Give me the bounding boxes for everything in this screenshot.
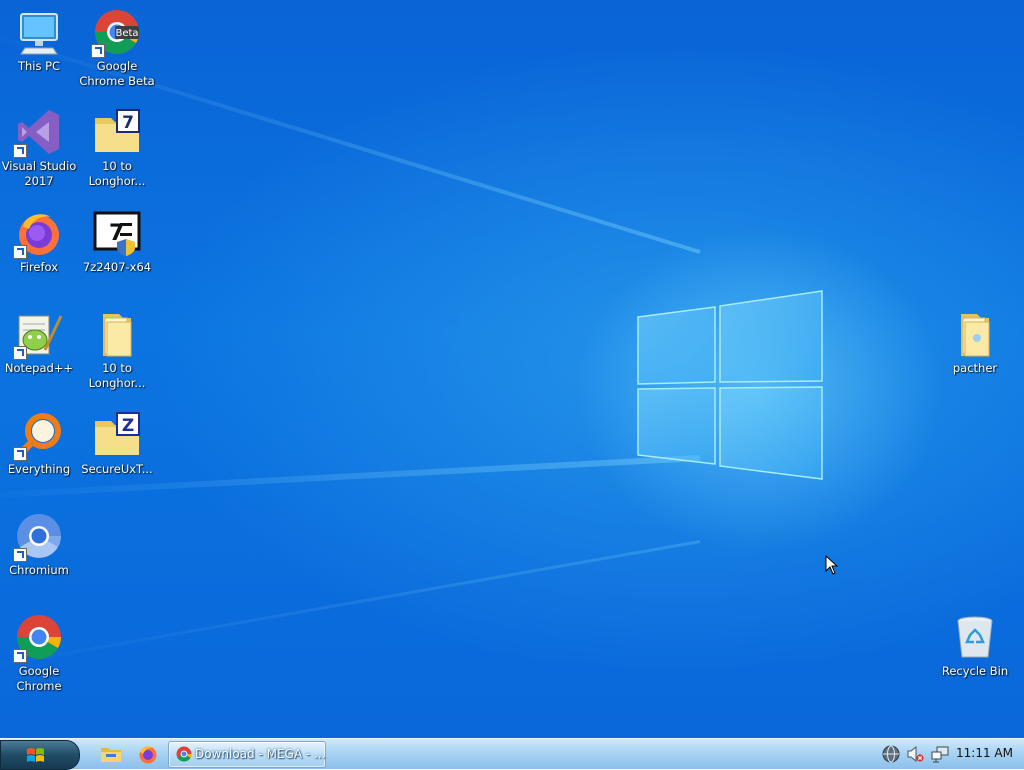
shortcut-arrow-icon xyxy=(91,44,105,58)
taskbar: Download - MEGA - ... 11:11 AM xyxy=(0,738,1024,770)
computer-icon xyxy=(20,13,58,55)
svg-text:Beta: Beta xyxy=(115,28,138,39)
shortcut-arrow-icon xyxy=(13,346,27,360)
desktop-icon-visual-studio[interactable]: Visual Studio 2017 xyxy=(0,108,78,189)
desktop-icon-label: 10 to Longhor... xyxy=(88,159,146,188)
chrome-icon xyxy=(176,746,192,762)
desktop-icon-label: Everything xyxy=(7,462,71,476)
shortcut-arrow-icon xyxy=(13,548,27,562)
desktop-icon-label: Notepad++ xyxy=(4,361,74,375)
desktop-icon-7z-installer[interactable]: 7 7z2407-x64 xyxy=(78,209,156,275)
desktop-icon-pacther[interactable]: pacther xyxy=(936,310,1014,376)
taskbar-button-label: Download - MEGA - ... xyxy=(195,747,326,761)
desktop-icon-10-to-longhorn-archive[interactable]: 7 10 to Longhor... xyxy=(78,108,156,189)
desktop-icon-label: 7z2407-x64 xyxy=(82,260,152,274)
desktop-icon-label: SecureUxT... xyxy=(81,462,153,476)
desktop-icon-notepad-plus[interactable]: Notepad++ xyxy=(0,310,78,376)
7zip-installer-icon: 7 xyxy=(93,211,141,256)
desktop-icon-recycle-bin[interactable]: Recycle Bin xyxy=(936,613,1014,679)
desktop-icon-chromium[interactable]: Chromium xyxy=(0,512,78,578)
zip-folder-icon: Z xyxy=(95,412,140,455)
clock[interactable]: 11:11 AM xyxy=(956,746,1013,760)
desktop-icon-label: Visual Studio 2017 xyxy=(1,159,77,188)
desktop-icon-label: 10 to Longhor... xyxy=(88,361,146,390)
desktop-icon-10-to-longhorn-folder[interactable]: 10 to Longhor... xyxy=(78,310,156,391)
desktop-icon-everything[interactable]: Everything xyxy=(0,411,78,477)
desktop-icon-label: pacther xyxy=(952,361,998,375)
svg-text:Z: Z xyxy=(122,416,134,436)
desktop-icon-label: Google Chrome Beta xyxy=(79,59,155,88)
desktop-icon-label: Firefox xyxy=(19,260,59,274)
desktop-icon-label: This PC xyxy=(17,59,61,73)
desktop-icon-label: Chromium xyxy=(9,563,69,577)
start-button[interactable] xyxy=(0,740,80,770)
quicklaunch-file-explorer-icon[interactable] xyxy=(100,744,122,764)
recycle-bin-icon xyxy=(957,616,993,658)
archive-folder-icon: 7 xyxy=(95,109,140,152)
desktop-icon-secureuxt[interactable]: Z SecureUxT... xyxy=(78,411,156,477)
mouse-cursor-icon xyxy=(825,555,839,575)
folder-icon xyxy=(961,314,990,357)
desktop-icon-label: Recycle Bin xyxy=(941,664,1009,678)
desktop-icon-this-pc[interactable]: This PC xyxy=(0,8,78,74)
desktop-icon-chrome-beta[interactable]: Beta Google Chrome Beta xyxy=(78,8,156,89)
desktop-icon-firefox[interactable]: Firefox xyxy=(0,209,78,275)
shortcut-arrow-icon xyxy=(13,144,27,158)
windows-orb-icon xyxy=(27,748,44,762)
shortcut-arrow-icon xyxy=(13,447,27,461)
shortcut-arrow-icon xyxy=(13,649,27,663)
speaker-muted-icon[interactable] xyxy=(906,745,924,763)
shortcut-arrow-icon xyxy=(13,245,27,259)
globe-icon[interactable] xyxy=(882,745,900,763)
windows-logo-wallpaper xyxy=(637,290,823,480)
network-icon[interactable] xyxy=(931,745,949,763)
desktop-icon-label: Google Chrome xyxy=(16,664,62,693)
light-beam xyxy=(0,540,701,675)
svg-text:7: 7 xyxy=(122,113,134,133)
taskbar-button-mega-download[interactable]: Download - MEGA - ... xyxy=(168,741,326,768)
desktop-icon-google-chrome[interactable]: Google Chrome xyxy=(0,613,78,694)
desktop[interactable]: This PC Beta Google Chrome Beta Visual S… xyxy=(0,0,1024,738)
folder-icon xyxy=(103,314,132,357)
quicklaunch-firefox-icon[interactable] xyxy=(137,744,159,764)
